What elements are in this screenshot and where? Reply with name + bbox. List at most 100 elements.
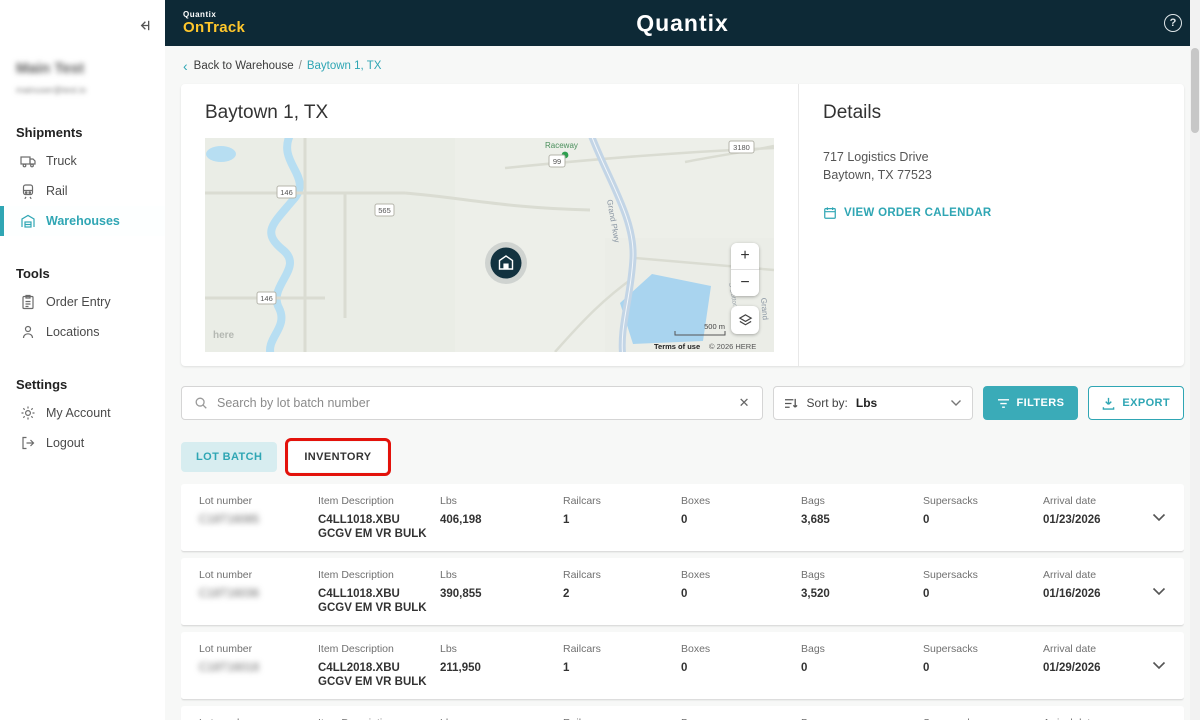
map-canvas[interactable]: Raceway Grand Pkwy Grand S Cotton Lake R… bbox=[205, 138, 774, 352]
sidebar-item-label: Order Entry bbox=[46, 295, 111, 309]
col-label-boxes: Boxes bbox=[681, 495, 801, 507]
back-to-warehouse-link[interactable]: Back to Warehouse bbox=[194, 60, 294, 72]
sidebar-item-label: Warehouses bbox=[46, 214, 120, 228]
col-label-lbs: Lbs bbox=[440, 569, 563, 581]
col-label-arrival: Arrival date bbox=[1043, 495, 1152, 507]
table-row[interactable]: Lot number Item Description Lbs Railcars… bbox=[181, 706, 1184, 720]
breadcrumb-separator: / bbox=[299, 60, 302, 72]
sidebar-item-label: Truck bbox=[46, 154, 77, 168]
col-label-lbs: Lbs bbox=[440, 495, 563, 507]
col-label-supersacks: Supersacks bbox=[923, 495, 1043, 507]
table-row[interactable]: Lot numberC18T16018 Item DescriptionC4LL… bbox=[181, 632, 1184, 700]
export-button[interactable]: EXPORT bbox=[1088, 386, 1184, 420]
collapse-sidebar-icon[interactable] bbox=[136, 18, 151, 33]
content-area: ‹ Back to Warehouse / Baytown 1, TX Bayt… bbox=[165, 46, 1200, 720]
map-zoom-controls: + − bbox=[731, 243, 759, 296]
filters-button[interactable]: FILTERS bbox=[983, 386, 1079, 420]
address-line-2: Baytown, TX 77523 bbox=[823, 166, 1160, 184]
clipboard-icon bbox=[20, 294, 36, 310]
lot-batch-list: Lot number C18T16085 Item Description C4LL… bbox=[181, 484, 1184, 720]
item-description-value: C4LL1018.XBU GCGV EM VR BULK bbox=[318, 587, 436, 616]
scrollbar-thumb[interactable] bbox=[1191, 48, 1199, 133]
gear-icon bbox=[20, 405, 36, 421]
warehouse-map-marker[interactable] bbox=[485, 242, 527, 284]
col-label-arrival: Arrival date bbox=[1043, 643, 1152, 655]
sidebar-item-truck[interactable]: Truck bbox=[0, 146, 165, 176]
expand-row-chevron[interactable] bbox=[1152, 661, 1166, 670]
boxes-value: 0 bbox=[681, 587, 801, 601]
warehouse-map[interactable]: Raceway Grand Pkwy Grand S Cotton Lake R… bbox=[205, 138, 774, 352]
warehouse-title: Baytown 1, TX bbox=[205, 102, 774, 124]
tab-inventory[interactable]: INVENTORY bbox=[289, 442, 386, 472]
zoom-out-button[interactable]: − bbox=[731, 270, 759, 296]
page-scrollbar[interactable] bbox=[1190, 0, 1200, 720]
sort-dropdown[interactable]: Sort by: Lbs bbox=[773, 386, 973, 420]
filter-icon bbox=[997, 398, 1010, 409]
search-box[interactable]: ✕ bbox=[181, 386, 763, 420]
section-tools: Tools bbox=[0, 266, 165, 281]
railcars-value: 1 bbox=[563, 513, 681, 527]
sidebar-item-warehouses[interactable]: Warehouses bbox=[0, 206, 165, 236]
lot-number-value: C18T16085 bbox=[199, 513, 318, 527]
sidebar-item-my-account[interactable]: My Account bbox=[0, 398, 165, 428]
sidebar-item-rail[interactable]: Rail bbox=[0, 176, 165, 206]
col-label-lot: Lot number bbox=[199, 495, 318, 507]
arrival-date-value: 01/29/2026 bbox=[1043, 661, 1152, 675]
bags-value: 0 bbox=[801, 661, 923, 675]
zoom-in-button[interactable]: + bbox=[731, 243, 759, 269]
railcars-value: 2 bbox=[563, 587, 681, 601]
section-shipments: Shipments bbox=[0, 125, 165, 140]
col-label-item: Item Description bbox=[318, 569, 440, 581]
lbs-value: 390,855 bbox=[440, 587, 563, 601]
user-email: mainuser@test.io bbox=[16, 85, 149, 95]
sidebar-item-label: Rail bbox=[46, 184, 68, 198]
map-copyright: © 2026 HERE bbox=[709, 342, 756, 351]
sidebar-item-label: My Account bbox=[46, 406, 111, 420]
warehouse-card: Baytown 1, TX bbox=[181, 84, 1184, 366]
lbs-value: 211,950 bbox=[440, 661, 563, 675]
map-layers-button[interactable] bbox=[731, 306, 759, 334]
svg-text:565: 565 bbox=[378, 206, 391, 215]
map-terms-link[interactable]: Terms of use bbox=[654, 342, 700, 351]
help-icon[interactable]: ? bbox=[1164, 14, 1182, 32]
col-label-railcars: Railcars bbox=[563, 495, 681, 507]
railcars-value: 1 bbox=[563, 661, 681, 675]
sidebar-item-label: Logout bbox=[46, 436, 84, 450]
svg-text:500 m: 500 m bbox=[704, 322, 725, 331]
sort-icon bbox=[784, 397, 799, 410]
clear-search-icon[interactable]: ✕ bbox=[739, 395, 750, 411]
supersacks-value: 0 bbox=[923, 661, 1043, 675]
tab-lot-batch[interactable]: LOT BATCH bbox=[181, 442, 277, 472]
col-label-item: Item Description bbox=[318, 643, 440, 655]
rail-icon bbox=[20, 183, 36, 199]
logo-quantix-text: Quantix bbox=[183, 11, 245, 19]
back-chevron-icon: ‹ bbox=[183, 61, 188, 71]
col-label-boxes: Boxes bbox=[681, 569, 801, 581]
lbs-value: 406,198 bbox=[440, 513, 563, 527]
expand-row-chevron[interactable] bbox=[1152, 513, 1166, 522]
boxes-value: 0 bbox=[681, 661, 801, 675]
toolbar: ✕ Sort by: Lbs FILTERS EXPORT bbox=[181, 386, 1184, 420]
svg-text:3180: 3180 bbox=[733, 143, 750, 152]
bags-value: 3,685 bbox=[801, 513, 923, 527]
view-order-calendar-link[interactable]: VIEW ORDER CALENDAR bbox=[823, 206, 1160, 220]
logout-icon bbox=[20, 435, 36, 451]
app-logo[interactable]: Quantix OnTrack bbox=[183, 11, 245, 35]
breadcrumb-current[interactable]: Baytown 1, TX bbox=[307, 60, 382, 72]
supersacks-value: 0 bbox=[923, 513, 1043, 527]
sidebar-item-label: Locations bbox=[46, 325, 100, 339]
sidebar-item-order-entry[interactable]: Order Entry bbox=[0, 287, 165, 317]
svg-text:146: 146 bbox=[260, 294, 273, 303]
logo-ontrack-text: OnTrack bbox=[183, 20, 245, 35]
sidebar-item-logout[interactable]: Logout bbox=[0, 428, 165, 458]
bags-value: 3,520 bbox=[801, 587, 923, 601]
expand-row-chevron[interactable] bbox=[1152, 587, 1166, 596]
search-input[interactable] bbox=[217, 396, 730, 410]
table-row[interactable]: Lot numberC18T16085 Item DescriptionC4LL… bbox=[181, 484, 1184, 552]
col-label-supersacks: Supersacks bbox=[923, 643, 1043, 655]
details-title: Details bbox=[823, 102, 1160, 124]
col-label-bags: Bags bbox=[801, 495, 923, 507]
sidebar-item-locations[interactable]: Locations bbox=[0, 317, 165, 347]
map-label-raceway: Raceway bbox=[545, 141, 578, 150]
table-row[interactable]: Lot numberC18T16036 Item DescriptionC4LL… bbox=[181, 558, 1184, 626]
